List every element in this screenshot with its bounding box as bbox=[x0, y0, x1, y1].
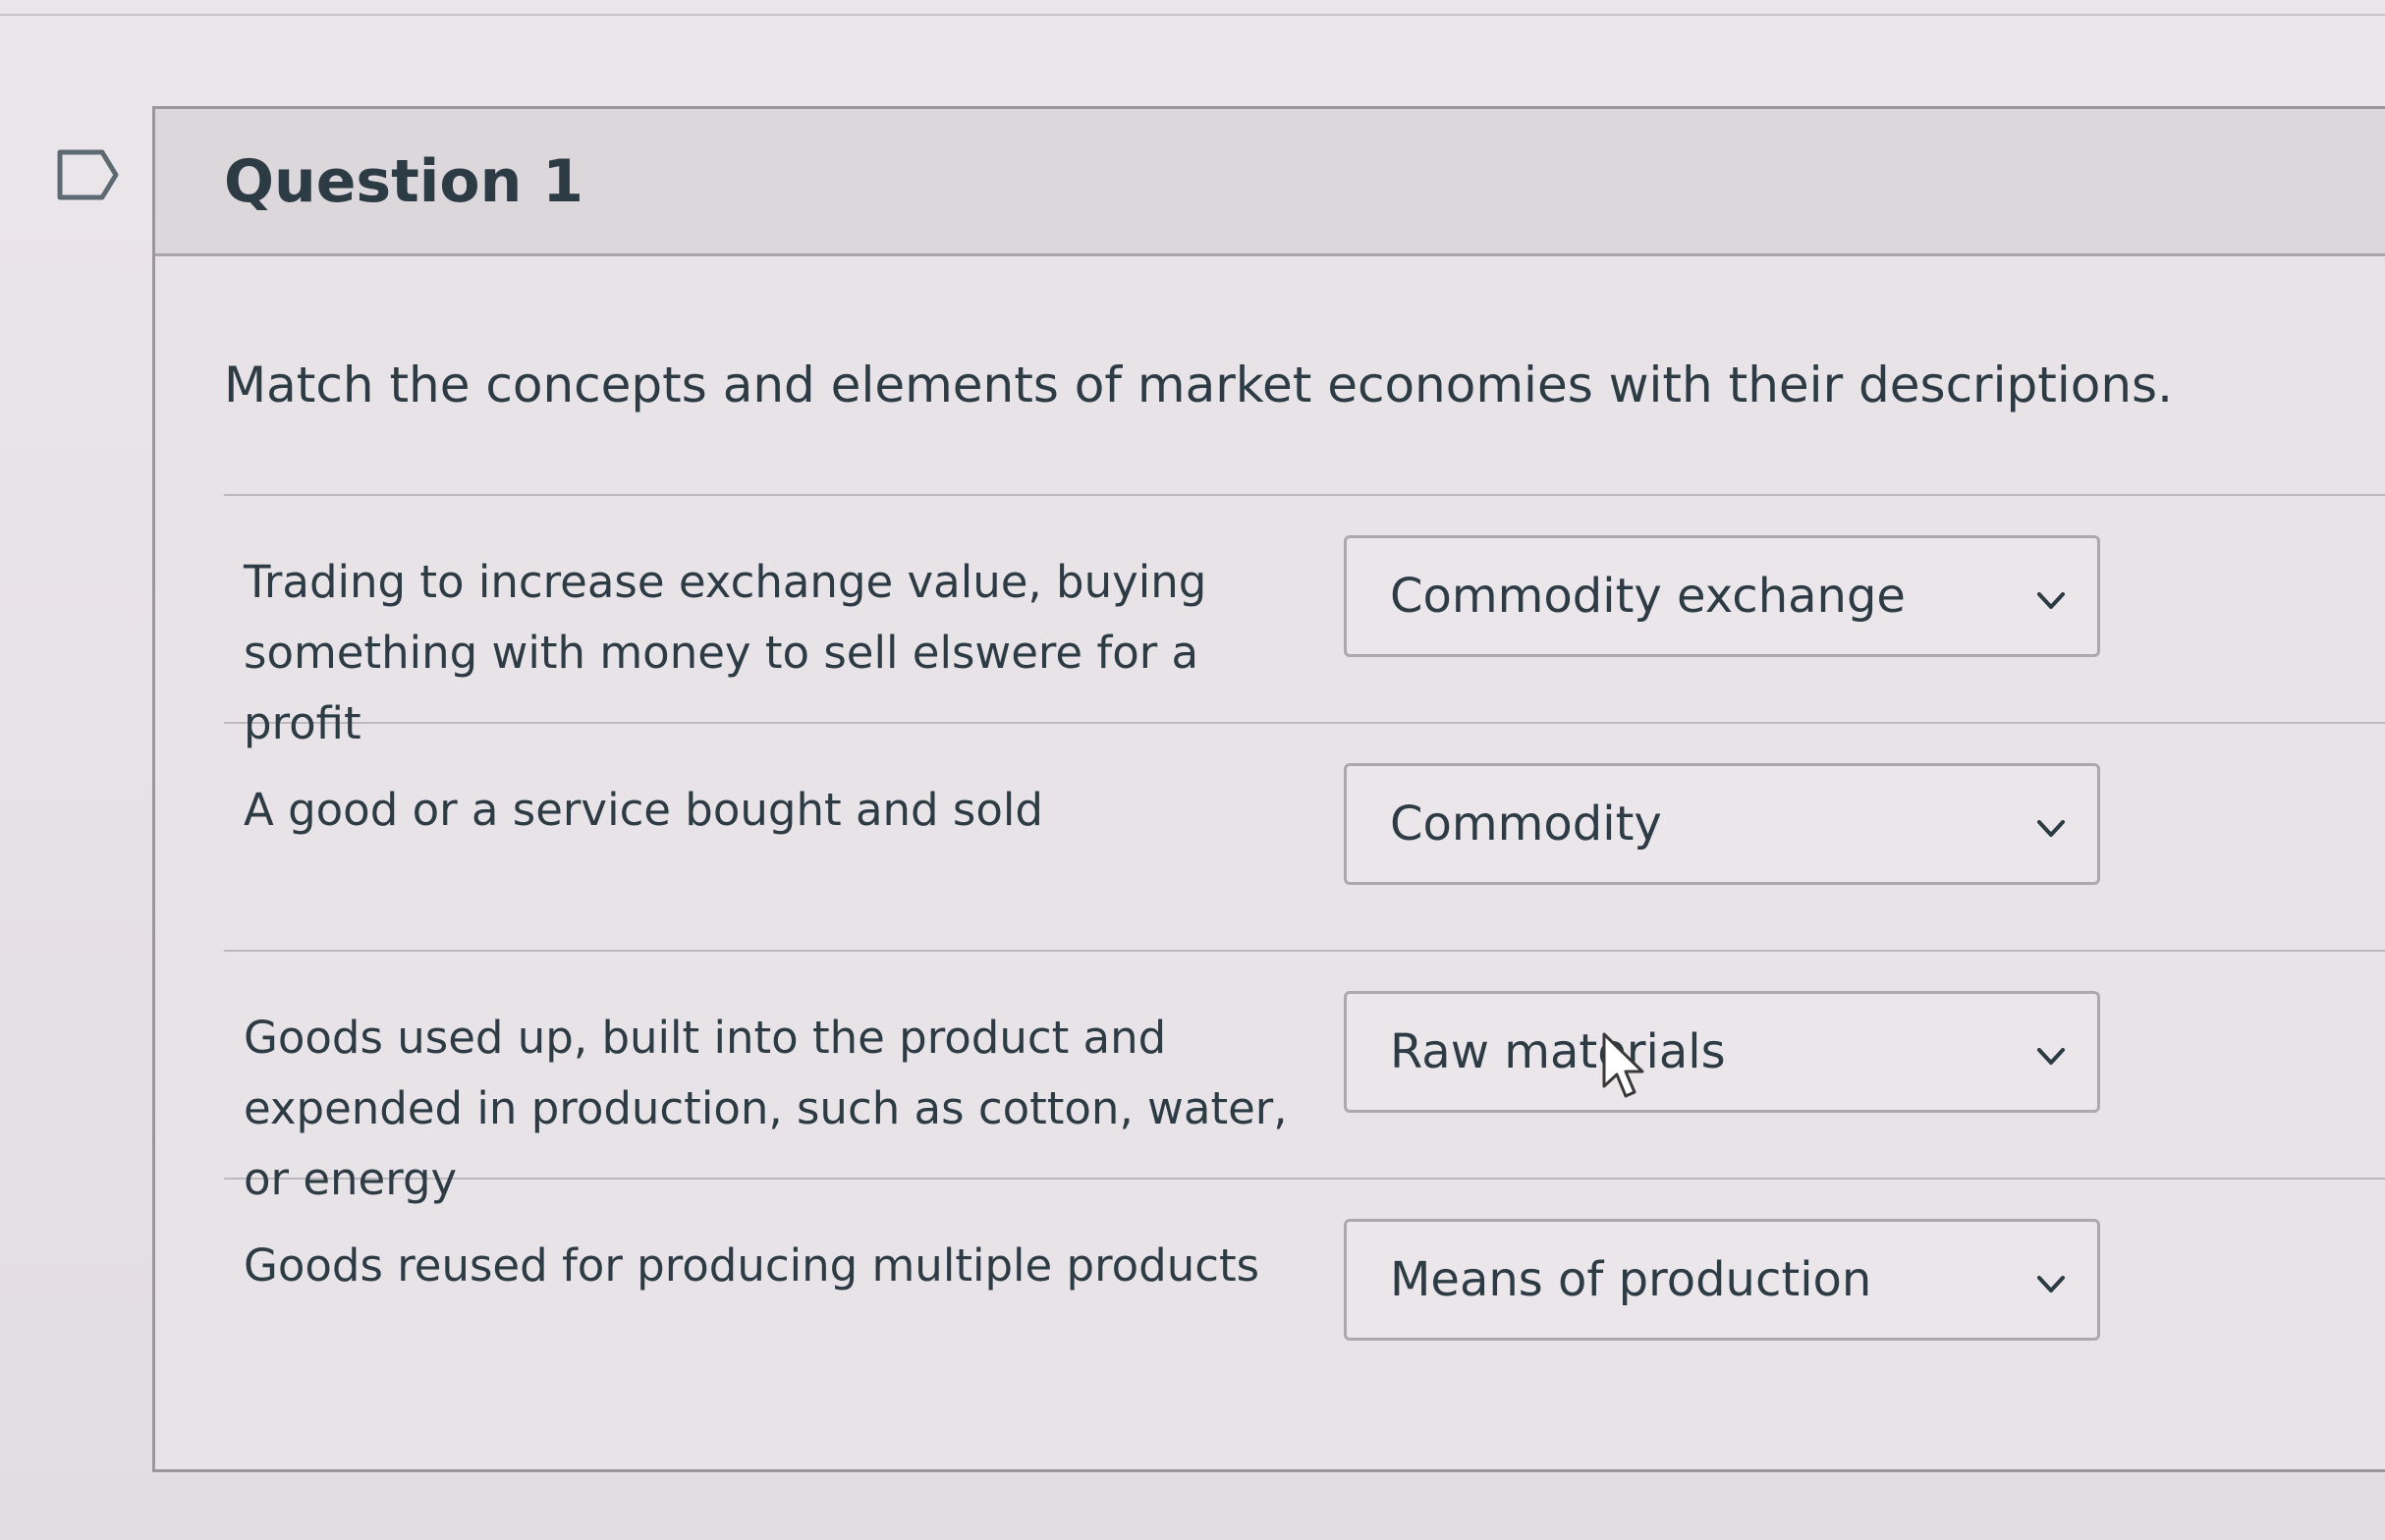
select-value: Means of production bbox=[1390, 1252, 1872, 1307]
question-card: Question 1 Match the concepts and elemen… bbox=[152, 106, 2385, 1472]
question-prompt: Match the concepts and elements of marke… bbox=[224, 357, 2173, 413]
quiz-page: Question 1 Match the concepts and elemen… bbox=[0, 0, 2385, 1540]
chevron-down-icon bbox=[2037, 1048, 2065, 1065]
answer-select[interactable]: Means of production bbox=[1344, 1219, 2100, 1341]
chevron-down-icon bbox=[2037, 592, 2065, 609]
question-title: Question 1 bbox=[224, 146, 583, 216]
answer-select[interactable]: Commodity bbox=[1344, 763, 2100, 885]
top-divider bbox=[0, 14, 2385, 16]
select-value: Commodity bbox=[1390, 797, 1662, 852]
select-value: Raw materials bbox=[1390, 1024, 1726, 1079]
match-description: A good or a service bought and sold bbox=[244, 784, 1043, 836]
match-description: Goods reused for producing multiple prod… bbox=[244, 1239, 1260, 1292]
answer-select[interactable]: Commodity exchange bbox=[1344, 535, 2100, 657]
mouse-pointer-icon bbox=[1602, 1032, 1644, 1098]
question-header: Question 1 bbox=[155, 109, 2385, 256]
match-row: A good or a service bought and sold Comm… bbox=[224, 724, 2385, 952]
match-row: Goods reused for producing multiple prod… bbox=[224, 1180, 2385, 1407]
chevron-down-icon bbox=[2037, 1276, 2065, 1292]
match-row: Goods used up, built into the product an… bbox=[224, 952, 2385, 1205]
flag-question-icon[interactable] bbox=[57, 149, 120, 200]
question-body: Match the concepts and elements of marke… bbox=[155, 357, 2385, 1407]
match-row: Trading to increase exchange value, buyi… bbox=[224, 496, 2385, 749]
select-value: Commodity exchange bbox=[1390, 569, 1906, 624]
chevron-down-icon bbox=[2037, 820, 2065, 837]
answer-select[interactable]: Raw materials bbox=[1344, 991, 2100, 1113]
